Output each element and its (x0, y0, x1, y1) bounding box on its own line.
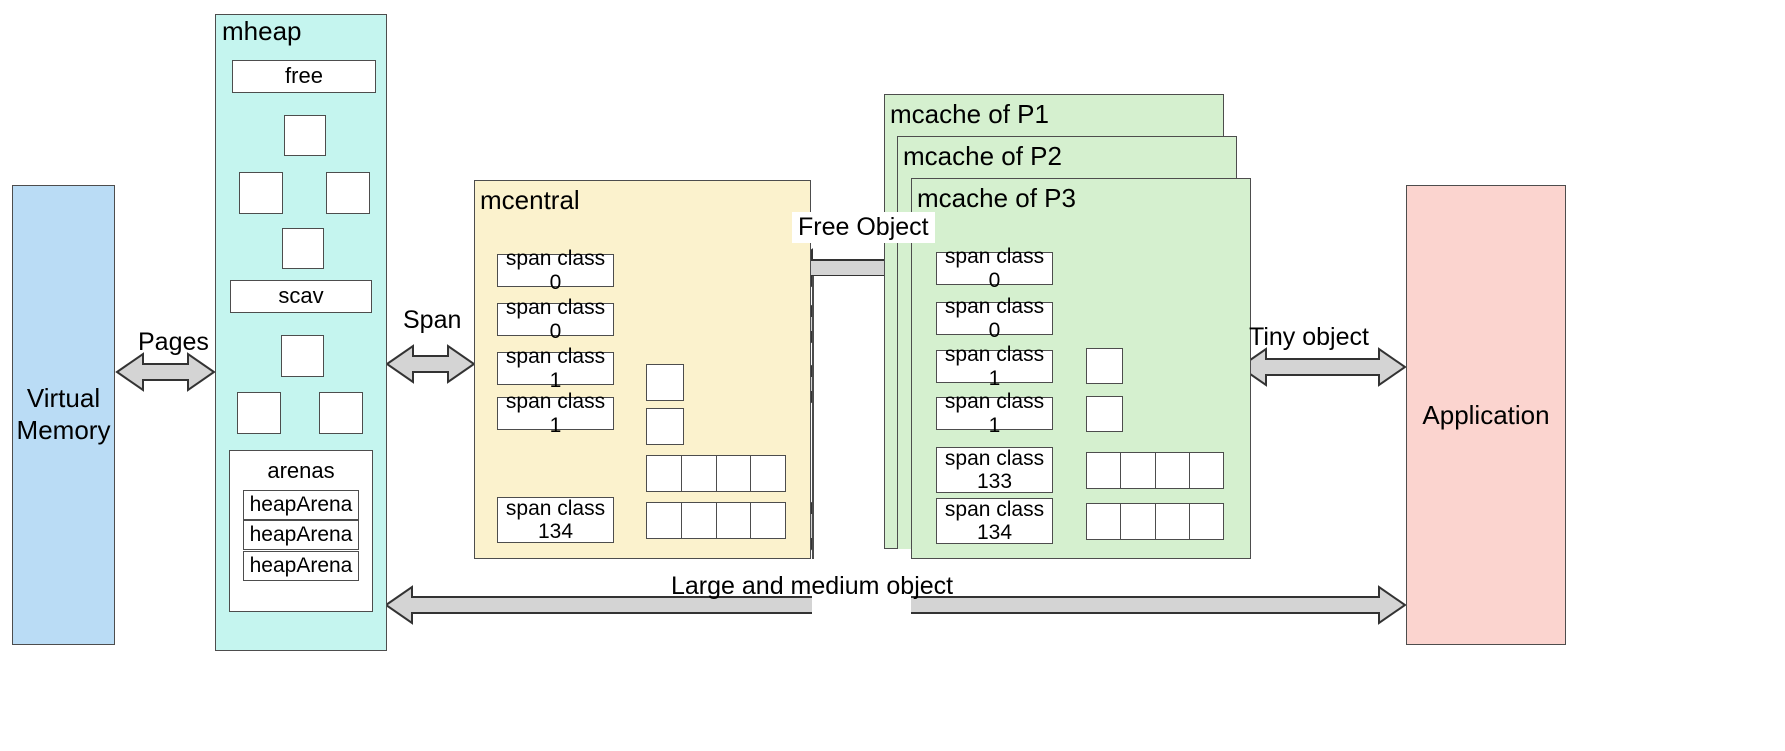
arrow-tiny-object (1238, 347, 1407, 387)
arrow-pages (115, 352, 216, 392)
mcentral-title: mcentral (480, 185, 580, 215)
virtual-memory-label-line2: Memory (16, 415, 111, 445)
mcentral-object-cell (717, 456, 752, 491)
mcache-card-p3-title: mcache of P3 (917, 183, 1076, 213)
mheap-title: mheap (222, 16, 302, 46)
mcache-span-class-1-b: span class 1 (936, 390, 1053, 437)
mcache-object-cell (1087, 453, 1122, 488)
mcache-span-class-134: span class 134 (936, 498, 1053, 544)
mcache-object-sq-0 (1086, 348, 1123, 384)
mcache-object-cell (1156, 504, 1190, 539)
heap-arena-item-1: heapArena (243, 520, 359, 550)
mcentral-object-cell (647, 503, 682, 538)
edge-label-tiny-object: Tiny object (1249, 323, 1369, 351)
mcentral-span-class-1-a: span class 1 (497, 345, 614, 392)
mcentral-span-class-0-b: span class 0 (497, 296, 614, 343)
mcache-span-class-133: span class 133 (936, 447, 1053, 493)
virtual-memory-label: Virtual Memory (17, 383, 111, 446)
mcache-span-class-1-a: span class 1 (936, 343, 1053, 390)
mcentral-object-cell (751, 503, 785, 538)
mcentral-object-cell (717, 503, 752, 538)
mcache-span-class-0-b: span class 0 (936, 295, 1053, 342)
application-label: Application (1422, 399, 1550, 430)
mcache-card-p2-title: mcache of P2 (903, 141, 1062, 171)
mcache-object-cell (1121, 504, 1156, 539)
mheap-free-node-right (326, 172, 370, 214)
mcache-object-cell (1087, 504, 1122, 539)
edge-label-pages: Pages (138, 328, 209, 356)
mheap-scav-node-root (281, 335, 324, 377)
mcache-object-cell (1156, 453, 1190, 488)
mcache-object-row-1 (1086, 503, 1224, 540)
mheap-free-node-leaf (282, 228, 324, 269)
mheap-scav-node-left (237, 392, 281, 434)
mheap-scav-node-right (319, 392, 363, 434)
mheap-free-box: free (232, 60, 376, 93)
application-box: Application (1406, 185, 1566, 645)
mcentral-span-class-1-b: span class 1 (497, 390, 614, 437)
mheap-free-node-root (284, 115, 326, 156)
mcentral-span-class-134: span class 134 (497, 497, 614, 543)
edge-label-large-medium-object: Large and medium object (671, 572, 954, 600)
mcache-card-p1-title: mcache of P1 (890, 99, 1049, 129)
heap-arena-item-0: heapArena (243, 490, 359, 520)
mcentral-object-cell (647, 456, 682, 491)
mcache-object-cell (1190, 504, 1223, 539)
virtual-memory-box: Virtual Memory (12, 185, 115, 645)
edge-label-span: Span (403, 306, 462, 334)
diagram-canvas: Virtual Memory mheap free scav arenas he… (0, 0, 1785, 751)
mcache-object-row-0 (1086, 452, 1224, 489)
mcentral-object-row-1 (646, 502, 786, 539)
mcache-gap-edge-left (812, 276, 814, 559)
arrow-span (385, 344, 476, 384)
mcentral-object-row-0 (646, 455, 786, 492)
arenas-title: arenas (267, 458, 335, 483)
mcentral-object-cell (682, 503, 717, 538)
mcentral-object-sq-0 (646, 364, 684, 401)
edge-label-free-object: Free Object (792, 212, 935, 243)
mcentral-object-cell (751, 456, 785, 491)
mcache-object-cell (1190, 453, 1223, 488)
mheap-free-node-left (239, 172, 283, 214)
mheap-scav-box: scav (230, 280, 372, 313)
mcache-object-cell (1121, 453, 1156, 488)
heap-arena-item-2: heapArena (243, 551, 359, 581)
mcentral-object-cell (682, 456, 717, 491)
mcentral-object-sq-1 (646, 408, 684, 445)
mcache-span-class-0-a: span class 0 (936, 245, 1053, 292)
mcache-gap-mask (812, 276, 884, 559)
mcache-object-sq-1 (1086, 396, 1123, 432)
mcentral-span-class-0-a: span class 0 (497, 247, 614, 294)
virtual-memory-label-line1: Virtual (26, 383, 101, 414)
